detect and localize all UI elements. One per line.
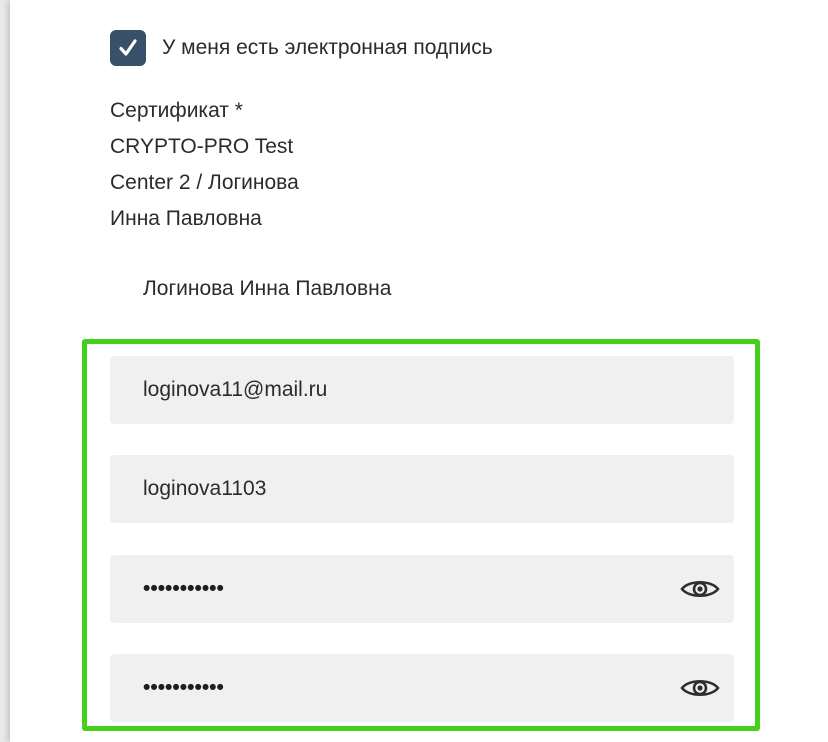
certificate-selected-value[interactable]: Логинова Инна Павловна — [143, 277, 391, 301]
signature-checkbox-row[interactable]: У меня есть электронная подпись — [110, 30, 493, 66]
password-confirm-field[interactable]: ••••••••••• — [110, 654, 734, 722]
signature-checkbox[interactable] — [110, 30, 146, 66]
certificate-line: Center 2 / Логинова — [110, 171, 299, 194]
password-value: ••••••••••• — [143, 577, 224, 600]
eye-icon[interactable] — [680, 676, 720, 700]
email-field[interactable]: loginova11@mail.ru — [110, 356, 734, 424]
certificate-section: Сертификат * CRYPTO-PRO Test Center 2 / … — [110, 93, 440, 237]
eye-icon[interactable] — [680, 577, 720, 601]
login-field[interactable]: loginova1103 — [110, 455, 734, 523]
checkmark-icon — [119, 39, 137, 56]
email-value: loginova11@mail.ru — [143, 378, 328, 401]
password-confirm-value: ••••••••••• — [143, 676, 224, 699]
password-field[interactable]: ••••••••••• — [110, 555, 734, 623]
login-value: loginova1103 — [143, 477, 267, 500]
certificate-line: Инна Павловна — [110, 207, 262, 230]
certificate-label: Сертификат * — [110, 99, 243, 122]
certificate-line: CRYPTO-PRO Test — [110, 135, 294, 158]
signature-checkbox-label: У меня есть электронная подпись — [162, 36, 493, 59]
